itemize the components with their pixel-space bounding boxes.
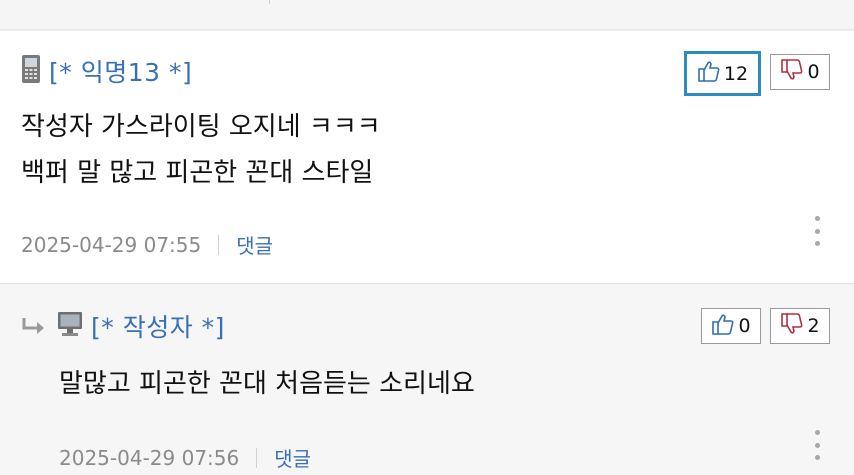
upvote-button[interactable]: 12 xyxy=(684,51,761,96)
comment-line: 말많고 피곤한 꼰대 처음듣는 소리네요 xyxy=(59,369,475,399)
thumbs-down-icon xyxy=(780,312,804,340)
downvote-count: 2 xyxy=(807,315,820,337)
upvote-count: 12 xyxy=(723,62,749,85)
downvote-button[interactable]: 2 xyxy=(770,308,830,344)
comment-author-row: [* 작성자 *] xyxy=(21,308,225,344)
thumbs-down-icon xyxy=(780,58,804,86)
footer-divider xyxy=(269,0,270,4)
comment-meta: 2025-04-29 07:56 댓글 xyxy=(59,443,311,472)
comment-line: 백퍼 말 많고 피곤한 꼰대 스타일 xyxy=(21,158,374,188)
mobile-phone-icon xyxy=(21,54,41,88)
more-options-icon[interactable] xyxy=(811,430,823,460)
comment-author-name[interactable]: [* 작성자 *] xyxy=(91,308,225,344)
upvote-count: 0 xyxy=(738,315,751,337)
reply-link[interactable]: 댓글 xyxy=(236,230,273,259)
comment-timestamp: 2025-04-29 07:56 xyxy=(59,445,240,470)
thumbs-up-icon xyxy=(711,313,735,340)
downvote-button[interactable]: 0 xyxy=(770,54,830,90)
comment-author-row: [* 익명13 *] xyxy=(21,53,192,89)
downvote-count: 0 xyxy=(807,61,820,83)
comment-body: 말많고 피곤한 꼰대 처음듣는 소리네요 xyxy=(59,361,475,407)
meta-divider xyxy=(256,447,258,468)
more-options-icon[interactable] xyxy=(811,216,823,246)
previous-comment-footer xyxy=(0,0,854,30)
reply-arrow-icon xyxy=(21,316,47,336)
comment-body: 작성자 가스라이팅 오지네 ㅋㅋㅋ 백퍼 말 많고 피곤한 꼰대 스타일 xyxy=(21,104,381,196)
upvote-button[interactable]: 0 xyxy=(701,308,761,344)
comment-meta: 2025-04-29 07:55 댓글 xyxy=(21,230,273,259)
reply-link[interactable]: 댓글 xyxy=(274,443,311,472)
meta-divider xyxy=(218,234,220,255)
desktop-computer-icon xyxy=(57,310,83,342)
comment-line: 작성자 가스라이팅 오지네 ㅋㅋㅋ xyxy=(21,112,381,142)
thumbs-up-icon xyxy=(697,60,721,87)
comment-author-name[interactable]: [* 익명13 *] xyxy=(49,53,192,89)
comment-timestamp: 2025-04-29 07:55 xyxy=(21,232,202,257)
